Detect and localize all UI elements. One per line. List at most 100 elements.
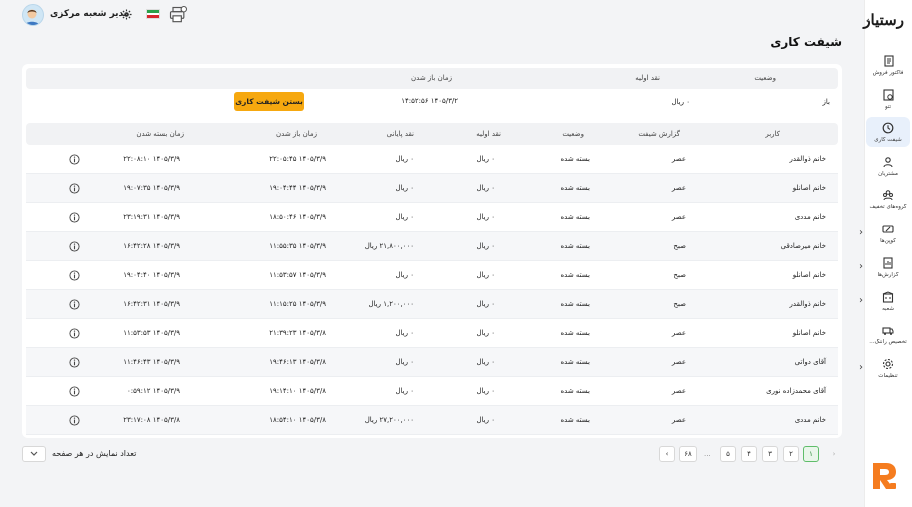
info-icon[interactable] (69, 270, 80, 281)
cell-user: آقای محمدزاده نوری (766, 387, 826, 395)
sidebar-item-3[interactable]: مشتریان (866, 151, 910, 181)
chevron-left-icon[interactable]: ‹ (859, 227, 863, 238)
per-page-label: تعداد نمایش در هر صفحه (52, 449, 137, 458)
per-page-select[interactable] (22, 446, 46, 462)
th-opened-at: زمان باز شدن (276, 130, 317, 138)
brand-logo[interactable]: رستیار (863, 11, 904, 31)
cell-user: خانم اصانلو (792, 271, 826, 279)
chevron-left-icon[interactable]: ‹ (859, 362, 863, 373)
sidebar-item-label: شعبه (882, 305, 894, 312)
cell-initial-cash: ۰ ریال (476, 358, 495, 366)
info-icon[interactable] (69, 154, 80, 165)
table-row: خانم ذوالقدر صبح بسته شده ۰ ریال ۱,۲۰۰,۰۰۰ ر… (26, 290, 838, 319)
group-icon (882, 189, 894, 201)
cell-final-cash: ۰ ریال (395, 271, 414, 279)
sidebar-item-7[interactable]: شعبه ‹ (859, 286, 910, 316)
cell-shift-report: عصر (671, 155, 686, 163)
sidebar-item-0[interactable]: فاکتور فروش (866, 50, 910, 80)
printer-settings-icon[interactable] (168, 5, 188, 25)
cell-opened-at: ۱۴۰۵/۳/۸ ۱۹:۱۴:۱۰ (269, 387, 326, 395)
sidebar-item-5[interactable]: کوپن‌ها ‹ (859, 218, 910, 248)
pagination-page-1[interactable]: ۱ (803, 446, 819, 462)
pagination-next-chevron-icon[interactable]: › (659, 446, 675, 462)
cell-shift-report: عصر (671, 387, 686, 395)
pagination-prev-chevron-icon[interactable]: ‹ (826, 446, 842, 462)
sidebar-item-label: گروه‌های تخفیف (869, 203, 907, 210)
cell-opened-at: ۱۴۰۵/۳/۹ ۱۱:۵۳:۵۷ (269, 271, 326, 279)
cell-status: بسته شده (560, 213, 591, 221)
cell-initial-cash: ۰ ریال (476, 300, 495, 308)
sidebar-item-6[interactable]: گزارش‌ها ‹ (859, 252, 910, 282)
cell-status: بسته شده (560, 271, 591, 279)
cell-status: بسته شده (560, 358, 591, 366)
language-flag-icon[interactable] (146, 9, 160, 19)
info-icon[interactable] (69, 328, 80, 339)
pagination-page-3[interactable]: ۳ (762, 446, 778, 462)
sidebar-item-label: شیفت کاری (874, 136, 902, 143)
cell-opened-at: ۱۴۰۵/۳/۹ ۱۹:۰۴:۴۴ (269, 184, 326, 192)
sidebar-item-label: گزارش‌ها (877, 271, 899, 278)
info-icon[interactable] (69, 212, 80, 223)
cell-shift-report: عصر (671, 358, 686, 366)
page-title: شیفت کاری (770, 35, 842, 49)
cell-final-cash: ۰ ریال (395, 329, 414, 337)
sidebar: رستیار › فاکتور فروش تتو شیفت کاری مشتریان گ… (859, 0, 912, 507)
info-icon[interactable] (69, 183, 80, 194)
cell-closed-at: ۱۴۰۵/۳/۹ ۰:۵۹:۱۲ (126, 387, 180, 395)
cell-user: خانم اصانلو (792, 329, 826, 337)
pagination-page-4[interactable]: ۴ (741, 446, 757, 462)
th-shift-report: گزارش شیفت (638, 130, 680, 138)
sidebar-item-label: مشتریان (878, 170, 898, 177)
sidebar-item-8[interactable]: تخصیص راننگ... (866, 319, 910, 349)
cell-status: بسته شده (560, 242, 591, 250)
sidebar-item-1[interactable]: تتو (866, 84, 910, 114)
sidebar-item-4[interactable]: گروه‌های تخفیف (866, 184, 910, 214)
brand-r-logo-icon (873, 463, 896, 489)
info-icon[interactable] (69, 241, 80, 252)
current-shift-header: وضعیت نقد اولیه زمان باز شدن (26, 68, 838, 89)
cell-closed-at: ۱۴۰۵/۳/۹ ۱۹:۰۴:۴۰ (123, 271, 180, 279)
info-icon[interactable] (69, 386, 80, 397)
sidebar-item-2[interactable]: شیفت کاری (866, 117, 910, 147)
avatar[interactable] (22, 4, 44, 26)
user-name[interactable]: مدیر شعبه مرکزی (50, 9, 129, 19)
cell-shift-report: عصر (671, 184, 686, 192)
info-icon[interactable] (69, 299, 80, 310)
close-shift-button[interactable]: بستن شیفت کاری (234, 92, 304, 111)
cell-initial-cash: ۰ ریال (476, 155, 495, 163)
cell-shift-report: صبح (673, 300, 686, 308)
table-row: خانم اصانلو صبح بسته شده ۰ ریال ۰ ریال ۱۴۰۵/۳… (26, 261, 838, 290)
pagination-page-5[interactable]: ۵ (720, 446, 736, 462)
cell-status: بسته شده (560, 300, 591, 308)
sidebar-item-9[interactable]: تنظیمات ‹ (859, 353, 910, 383)
header-initial-cash: نقد اولیه (635, 74, 660, 82)
cell-closed-at: ۱۴۰۵/۳/۹ ۱۶:۴۲:۲۸ (123, 242, 180, 250)
info-icon[interactable] (69, 415, 80, 426)
user-icon (882, 156, 894, 168)
table-row: خانم میرصادقی صبح بسته شده ۰ ریال ۲۱,۸۰۰,۰۰۰… (26, 232, 838, 261)
cell-shift-report: صبح (673, 242, 686, 250)
sidebar-collapse-chevron-icon[interactable]: › (866, 14, 870, 27)
document-icon (882, 88, 894, 101)
cell-opened-at: ۱۴۰۵/۳/۸ ۲۱:۳۹:۲۳ (269, 329, 326, 337)
cell-initial-cash: ۰ ریال (476, 271, 495, 279)
info-icon[interactable] (69, 357, 80, 368)
cell-opened-at: ۱۴۰۵/۳/۸ ۱۸:۵۴:۱۰ (269, 416, 326, 424)
settings-gear-icon[interactable] (121, 9, 132, 20)
cell-user: خانم مددی (794, 416, 826, 424)
top-bar: مدیر شعبه مرکزی (0, 0, 864, 30)
current-shift-opened-at: ۱۴۰۵/۳/۲ ۱۴:۵۲:۵۶ (401, 97, 458, 105)
cell-shift-report: صبح (673, 271, 686, 279)
cell-opened-at: ۱۴۰۵/۳/۹ ۱۱:۱۵:۲۵ (269, 300, 326, 308)
pagination-page-2[interactable]: ۲ (783, 446, 799, 462)
assign-icon (882, 324, 894, 336)
pagination-last-page[interactable]: ۶۸ (679, 446, 697, 462)
chevron-left-icon[interactable]: ‹ (859, 261, 863, 272)
cell-closed-at: ۱۴۰۵/۳/۹ ۱۶:۴۲:۳۱ (123, 300, 180, 308)
cell-initial-cash: ۰ ریال (476, 329, 495, 337)
sidebar-item-label: کوپن‌ها (880, 237, 896, 244)
cell-initial-cash: ۰ ریال (476, 387, 495, 395)
chevron-left-icon[interactable]: ‹ (859, 295, 863, 306)
table-row: خانم مددی عصر بسته شده ۰ ریال ۲۷,۲۰۰,۰۰۰ ریا… (26, 406, 838, 435)
report-icon (882, 256, 894, 269)
